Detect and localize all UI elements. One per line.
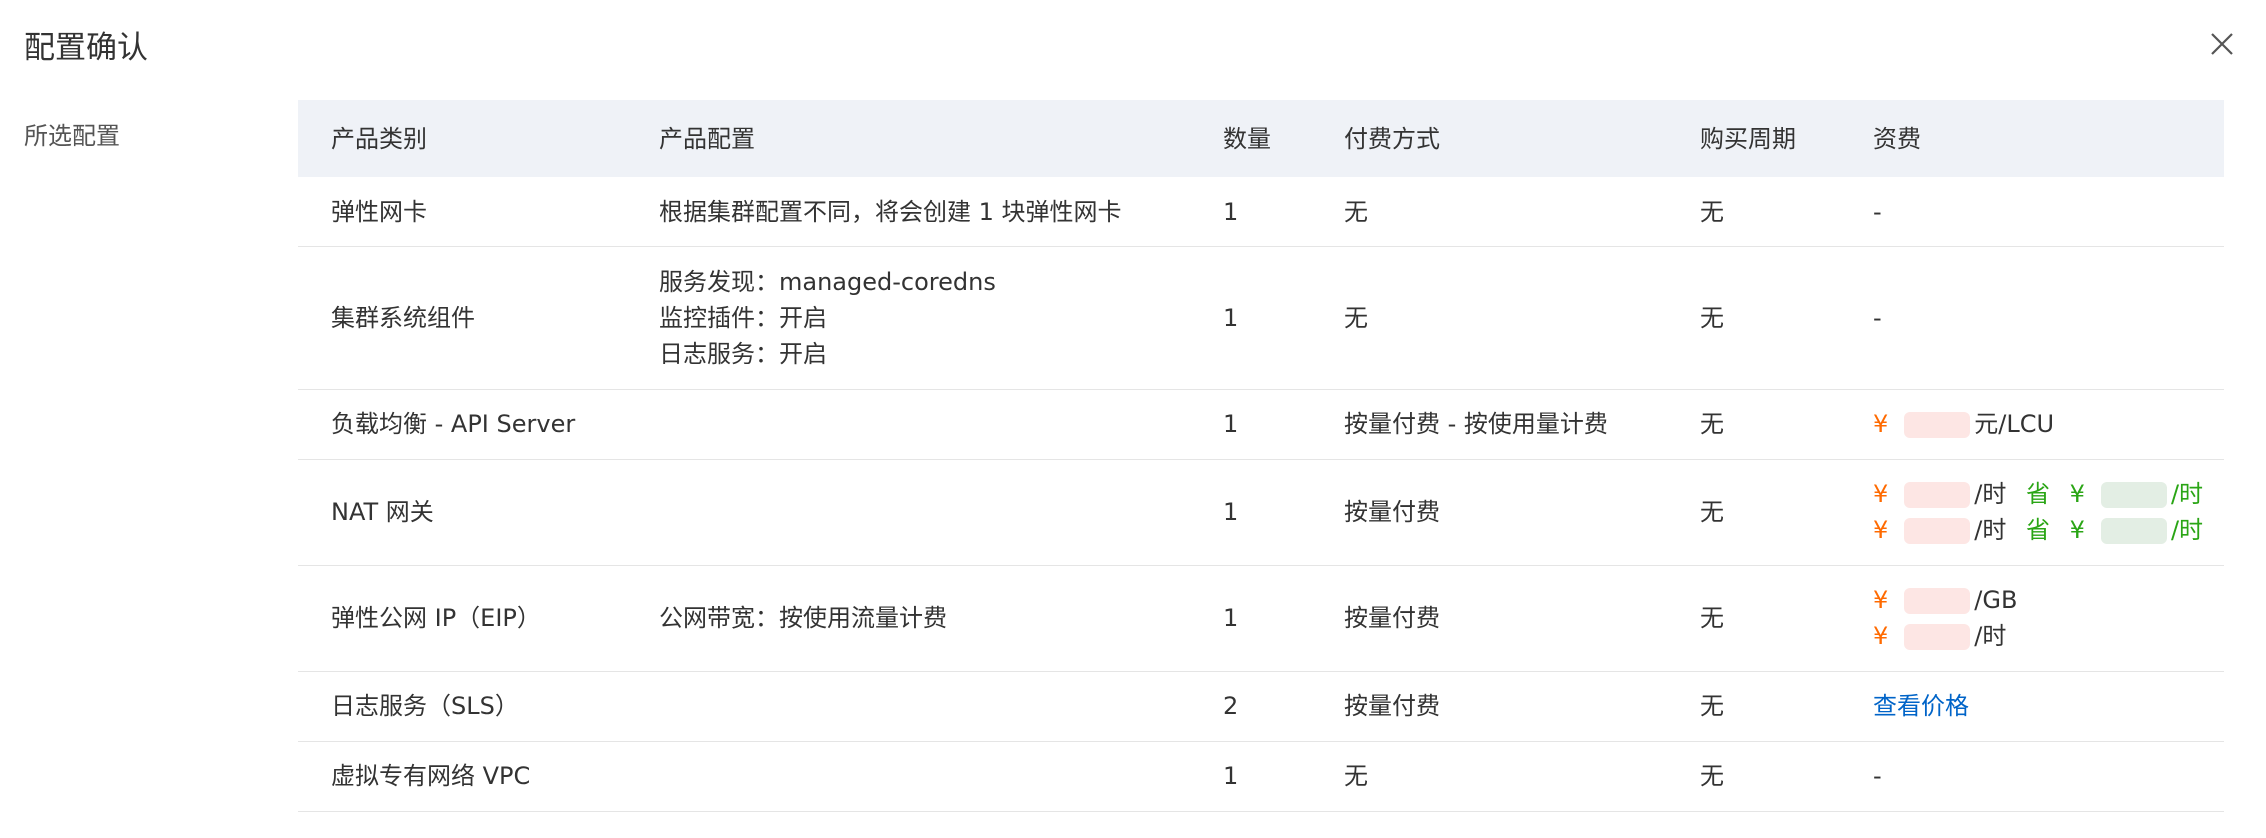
redacted-price — [1904, 482, 1971, 508]
fee-line: ¥ /时 省 ¥ /时 — [1873, 476, 2203, 512]
cell-category: NAT 网关 — [331, 498, 434, 526]
cell-qty: 1 — [1223, 197, 1239, 226]
save-label: 省 — [2026, 480, 2051, 508]
cell-period: 无 — [1700, 197, 1724, 226]
cell-fee: ¥ 元/LCU — [1873, 389, 2054, 459]
close-icon[interactable] — [2204, 26, 2240, 62]
config-line: 根据集群配置不同，将会创建 1 块弹性网卡 — [659, 197, 1122, 226]
cell-fee: - — [1873, 303, 1882, 332]
table-row: 日志服务（SLS） 2 按量付费 无 查看价格 — [298, 671, 2224, 742]
save-unit: /时 — [2170, 480, 2204, 508]
fee-line: ¥ 元/LCU — [1873, 406, 2054, 442]
save-yen: ¥ — [2069, 480, 2085, 508]
cell-billing: 按量付费 - 按使用量计费 — [1344, 410, 1608, 438]
config-line: 服务发现：managed-coredns — [659, 267, 996, 296]
yen-symbol: ¥ — [1873, 410, 1889, 438]
cell-config: 根据集群配置不同，将会创建 1 块弹性网卡 — [659, 177, 1122, 246]
fee-line: ¥ /时 — [1873, 618, 2017, 654]
redacted-saving — [2100, 518, 2167, 544]
cell-qty: 1 — [1223, 498, 1239, 526]
cell-billing: 按量付费 — [1344, 498, 1440, 526]
col-header-billing: 付费方式 — [1344, 124, 1440, 153]
save-yen: ¥ — [2069, 516, 2085, 544]
fee-unit: /时 — [1974, 516, 2007, 544]
cell-period: 无 — [1700, 498, 1724, 526]
cell-billing: 无 — [1344, 303, 1368, 332]
table-row: 集群系统组件 服务发现：managed-coredns 监控插件：开启 日志服务… — [298, 246, 2224, 390]
cell-billing: 无 — [1344, 762, 1368, 790]
table-header: 产品类别 产品配置 数量 付费方式 购买周期 资费 — [298, 100, 2224, 177]
cell-config: 服务发现：managed-coredns 监控插件：开启 日志服务：开启 — [659, 246, 996, 389]
redacted-price — [1904, 518, 1971, 544]
fee-unit: /GB — [1974, 586, 2018, 614]
yen-symbol: ¥ — [1873, 480, 1889, 508]
cell-category: 集群系统组件 — [331, 303, 475, 332]
redacted-price — [1904, 412, 1971, 438]
col-header-fee: 资费 — [1873, 124, 1921, 153]
redacted-price — [1904, 588, 1971, 614]
cell-fee: ¥ /GB ¥ /时 — [1873, 565, 2017, 671]
cell-billing: 无 — [1344, 197, 1368, 226]
view-price-link[interactable]: 查看价格 — [1873, 688, 1969, 724]
col-header-category: 产品类别 — [331, 124, 427, 153]
save-label: 省 — [2026, 516, 2051, 544]
yen-symbol: ¥ — [1873, 516, 1889, 544]
fee-unit: /时 — [1974, 480, 2007, 508]
redacted-saving — [2100, 482, 2167, 508]
save-unit: /时 — [2170, 516, 2204, 544]
cell-qty: 1 — [1223, 303, 1239, 332]
config-line: 日志服务：开启 — [659, 339, 827, 368]
cell-category: 弹性公网 IP（EIP） — [331, 604, 541, 632]
fee-line: ¥ /GB — [1873, 582, 2017, 618]
cell-category: 弹性网卡 — [331, 197, 427, 226]
table-row: 弹性网卡 根据集群配置不同，将会创建 1 块弹性网卡 1 无 无 - — [298, 177, 2224, 247]
dialog-title: 配置确认 — [24, 30, 148, 66]
fee-line: ¥ /时 省 ¥ /时 — [1873, 512, 2203, 548]
cell-qty: 1 — [1223, 762, 1239, 790]
config-line: 公网带宽：按使用流量计费 — [659, 604, 947, 632]
cell-config: 公网带宽：按使用流量计费 — [659, 565, 947, 671]
cell-period: 无 — [1700, 303, 1724, 332]
cell-period: 无 — [1700, 604, 1724, 632]
cell-qty: 2 — [1223, 692, 1239, 720]
cell-fee: 查看价格 — [1873, 671, 1969, 741]
yen-symbol: ¥ — [1873, 586, 1889, 614]
cell-category: 负载均衡 - API Server — [331, 410, 576, 438]
fee-unit: /时 — [1974, 622, 2007, 650]
cell-category: 虚拟专有网络 VPC — [331, 762, 531, 790]
cell-period: 无 — [1700, 410, 1724, 438]
cell-category: 日志服务（SLS） — [331, 692, 519, 720]
config-line: 监控插件：开启 — [659, 303, 827, 332]
fee-unit: 元/LCU — [1974, 410, 2055, 438]
cell-fee: ¥ /时 省 ¥ /时 ¥ /时 省 ¥ /时 — [1873, 459, 2203, 565]
table-row: NAT 网关 1 按量付费 无 ¥ /时 省 ¥ /时 ¥ /时 省 ¥ /时 — [298, 459, 2224, 566]
cell-billing: 按量付费 — [1344, 692, 1440, 720]
table-row: 虚拟专有网络 VPC 1 无 无 - — [298, 741, 2224, 812]
cell-period: 无 — [1700, 762, 1724, 790]
cell-billing: 按量付费 — [1344, 604, 1440, 632]
section-label: 所选配置 — [24, 122, 120, 150]
table-row: 负载均衡 - API Server 1 按量付费 - 按使用量计费 无 ¥ 元/L… — [298, 389, 2224, 460]
cell-fee: - — [1873, 762, 1882, 790]
redacted-price — [1904, 624, 1971, 650]
col-header-qty: 数量 — [1223, 124, 1271, 153]
cell-fee: - — [1873, 197, 1882, 226]
yen-symbol: ¥ — [1873, 622, 1889, 650]
col-header-period: 购买周期 — [1700, 124, 1796, 153]
col-header-config: 产品配置 — [659, 124, 755, 153]
cell-period: 无 — [1700, 692, 1724, 720]
table-row: 弹性公网 IP（EIP） 公网带宽：按使用流量计费 1 按量付费 无 ¥ /GB … — [298, 565, 2224, 672]
cell-qty: 1 — [1223, 410, 1239, 438]
cell-qty: 1 — [1223, 604, 1239, 632]
